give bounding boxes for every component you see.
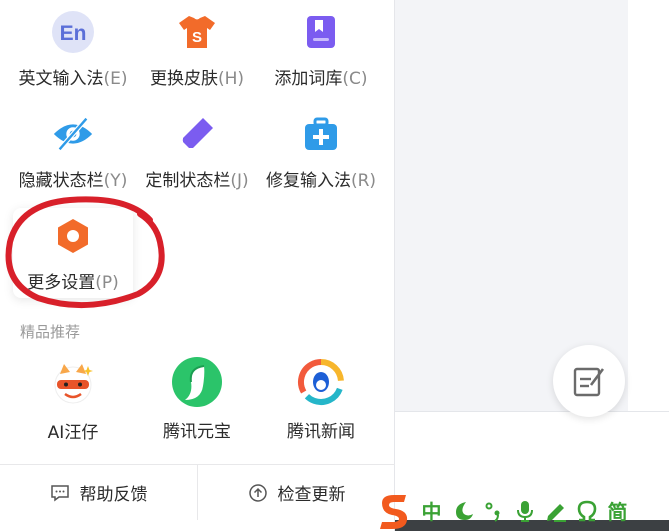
svg-text:S: S [192,29,202,46]
rec-item-label: AI汪仔 [47,423,99,443]
shortcut-key: (E) [103,69,128,89]
menu-item-repair-ime[interactable]: 修复输入法(R) [259,106,383,206]
punctuation-icon [485,502,499,522]
half-width-button[interactable] [447,490,478,531]
menu-item-label: 定制状态栏 [145,171,231,191]
simplified-label: 简 [607,500,628,524]
voice-input-button[interactable] [509,490,540,531]
pencil-icon [546,503,566,522]
menu-item-hide-statusbar[interactable]: 隐藏状态栏(Y) [11,106,135,206]
section-title: 精品推荐 [20,323,81,341]
edit-note-button[interactable] [553,345,625,417]
eye-hidden-icon [51,112,95,156]
sogou-logo-button[interactable] [372,490,416,531]
rec-item-tencent-news[interactable]: 腾讯新闻 [259,357,383,442]
ime-menu-panel: En 英文输入法(E) S 更换皮肤(H) 添加词库(C) 隐藏状态栏(Y) 定… [0,0,395,531]
menu-item-english-input[interactable]: En 英文输入法(E) [11,4,135,104]
microphone-icon [516,500,533,522]
background-stripe [628,0,669,412]
english-en-icon: En [51,10,95,54]
shortcut-key: (J) [230,171,249,191]
special-symbols-button[interactable] [571,490,602,531]
menu-item-label: 更多设置 [27,273,96,293]
background-divider [395,411,669,412]
rec-item-label: 腾讯元宝 [163,422,231,442]
tencent-yuanbao-icon [170,355,224,409]
arrow-up-circle-icon [248,483,267,502]
simplified-traditional-button[interactable]: 简 [602,490,633,531]
ime-status-toolbar: 中 简 [372,490,669,531]
shortcut-key: (Y) [103,171,128,191]
menu-item-label: 隐藏状态栏 [18,171,104,191]
menu-footer: 帮助反馈 检查更新 [0,464,395,520]
check-update-label: 检查更新 [277,485,346,505]
menu-item-label: 修复输入法 [265,171,351,191]
shortcut-key: (C) [342,69,368,89]
pencil-ruler-icon [175,112,219,156]
hexagon-settings-icon [51,214,95,258]
svg-text:En: En [60,22,87,45]
shortcut-key: (R) [350,171,377,191]
rec-item-label: 腾讯新闻 [287,422,355,442]
punctuation-button[interactable] [478,490,509,531]
menu-item-change-skin[interactable]: S 更换皮肤(H) [135,4,259,104]
shortcut-key: (H) [217,69,245,89]
tshirt-skin-icon: S [175,10,219,54]
sogou-s-logo-icon [380,494,408,529]
chinese-mode-label: 中 [421,500,442,524]
chat-bubble-icon [50,484,69,501]
menu-item-custom-statusbar[interactable]: 定制状态栏(J) [135,106,259,206]
edit-note-icon [573,367,605,397]
menu-item-label: 添加词库 [274,69,343,89]
menu-item-add-dictionary[interactable]: 添加词库(C) [259,4,383,104]
chinese-mode-button[interactable]: 中 [416,490,447,531]
rec-item-tencent-yuanbao[interactable]: 腾讯元宝 [135,355,259,442]
shortcut-key: (P) [95,273,119,293]
menu-item-more-settings[interactable]: 更多设置(P) [11,208,135,308]
check-update-button[interactable]: 检查更新 [198,465,395,520]
ai-wangzai-mascot-icon [48,358,98,408]
rec-item-ai-wangzai[interactable]: AI汪仔 [11,358,135,443]
omega-icon [577,500,596,521]
help-feedback-button[interactable]: 帮助反馈 [0,465,197,520]
handwriting-button[interactable] [540,490,571,531]
tencent-news-icon [296,357,346,407]
menu-item-label: 英文输入法 [18,69,104,89]
help-feedback-label: 帮助反馈 [79,485,148,505]
menu-item-label: 更换皮肤 [149,69,218,89]
toolbox-repair-icon [299,112,343,156]
moon-icon [455,501,473,520]
bookmark-dictionary-icon [299,10,343,54]
